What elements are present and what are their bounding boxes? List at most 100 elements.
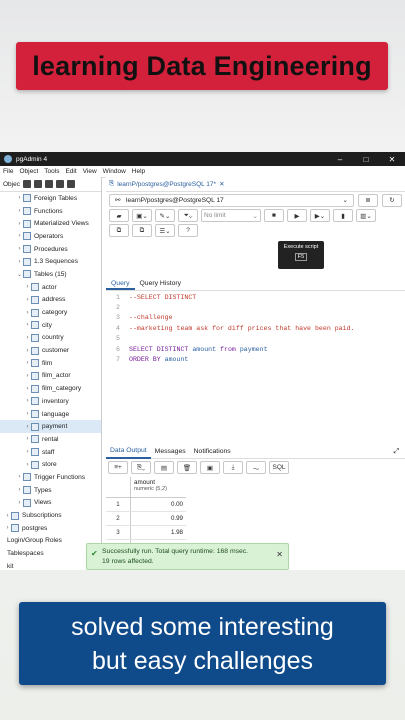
- clear-icon[interactable]: ⧉: [132, 224, 152, 237]
- stop-icon[interactable]: ■: [264, 209, 284, 222]
- menu-tools[interactable]: Tools: [41, 168, 62, 175]
- limit-select[interactable]: No limit ⌄: [201, 209, 261, 222]
- tree-expander-icon[interactable]: ›: [24, 386, 31, 392]
- column-header-amount[interactable]: amount numeric (5,2): [131, 477, 186, 497]
- menu-object[interactable]: Object: [16, 168, 41, 175]
- terminal-icon[interactable]: [66, 180, 75, 188]
- tree-item[interactable]: ⌄ Tables (15): [0, 268, 101, 281]
- tree-item[interactable]: › Views: [0, 497, 101, 510]
- tree-expander-icon[interactable]: ›: [24, 322, 31, 328]
- expand-icon[interactable]: ⤢: [390, 445, 405, 458]
- tree-expander-icon[interactable]: ›: [24, 411, 31, 417]
- close-toast-icon[interactable]: ✕: [276, 550, 283, 560]
- tree-item[interactable]: › Materialized Views: [0, 217, 101, 230]
- close-tab-icon[interactable]: ✕: [219, 180, 224, 188]
- table-row[interactable]: 3 1.98: [106, 526, 186, 541]
- tree-item[interactable]: › Trigger Functions: [0, 471, 101, 484]
- tree-expander-icon[interactable]: ›: [24, 436, 31, 442]
- tab-data-output[interactable]: Data Output: [106, 444, 151, 459]
- tree-expander-icon[interactable]: ⌄: [16, 271, 23, 278]
- tree-item[interactable]: › 1.3 Sequences: [0, 255, 101, 268]
- tree-expander-icon[interactable]: ›: [24, 373, 31, 379]
- tree-item[interactable]: › postgres: [0, 522, 101, 535]
- tree-expander-icon[interactable]: ›: [16, 195, 23, 201]
- save-icon[interactable]: ▣⌄: [132, 209, 152, 222]
- tree-item[interactable]: › Foreign Tables: [0, 192, 101, 205]
- tree-expander-icon[interactable]: ›: [24, 335, 31, 341]
- chart-icon[interactable]: ▥⌄: [356, 209, 376, 222]
- menu-edit[interactable]: Edit: [62, 168, 79, 175]
- tree-item[interactable]: › rental: [0, 433, 101, 446]
- tree-expander-icon[interactable]: ›: [16, 487, 23, 493]
- menu-view[interactable]: View: [80, 168, 100, 175]
- tab-query-history[interactable]: Query History: [135, 278, 187, 290]
- tree-expander-icon[interactable]: ›: [24, 424, 31, 430]
- tab-messages[interactable]: Messages: [151, 445, 190, 458]
- tree-expander-icon[interactable]: ›: [24, 398, 31, 404]
- tree-expander-icon[interactable]: ›: [24, 310, 31, 316]
- tree-expander-icon[interactable]: ›: [24, 297, 31, 303]
- macro-icon[interactable]: ⧉: [109, 224, 129, 237]
- minimize-button[interactable]: –: [327, 155, 353, 164]
- edit-icon[interactable]: ✎⌄: [155, 209, 175, 222]
- tree-item[interactable]: › payment: [0, 420, 101, 434]
- close-button[interactable]: ✕: [379, 155, 405, 164]
- tree-item[interactable]: › film: [0, 357, 101, 370]
- tree-expander-icon[interactable]: ›: [16, 208, 23, 214]
- table-row[interactable]: 2 0.99: [106, 512, 186, 527]
- download-icon[interactable]: ⤓: [223, 461, 243, 474]
- refresh-icon[interactable]: ↻: [382, 193, 402, 207]
- search-icon[interactable]: [55, 180, 64, 188]
- tree-item[interactable]: › film_actor: [0, 370, 101, 383]
- tree-item[interactable]: › category: [0, 306, 101, 319]
- filter-icon[interactable]: [44, 180, 53, 188]
- tree-expander-icon[interactable]: ›: [16, 233, 23, 239]
- tree-item[interactable]: › Functions: [0, 205, 101, 218]
- tree-expander-icon[interactable]: ›: [16, 474, 23, 480]
- tree-item[interactable]: › country: [0, 332, 101, 345]
- help-icon[interactable]: ?: [178, 224, 198, 237]
- format-icon[interactable]: ☰⌄: [155, 224, 175, 237]
- menu-help[interactable]: Help: [129, 168, 148, 175]
- tree-item[interactable]: › language: [0, 408, 101, 421]
- tree-expander-icon[interactable]: ›: [24, 360, 31, 366]
- tree-item[interactable]: › Types: [0, 484, 101, 497]
- maximize-button[interactable]: □: [353, 155, 379, 164]
- tree-item[interactable]: › customer: [0, 344, 101, 357]
- tree-item[interactable]: › address: [0, 294, 101, 307]
- tree-expander-icon[interactable]: ›: [4, 513, 11, 519]
- amount-cell[interactable]: 0.99: [131, 512, 186, 525]
- paste-icon[interactable]: ▤: [154, 461, 174, 474]
- save-data-icon[interactable]: ▣: [200, 461, 220, 474]
- tree-expander-icon[interactable]: ›: [16, 246, 23, 252]
- tree-item[interactable]: › city: [0, 319, 101, 332]
- tree-expander-icon[interactable]: ›: [4, 525, 11, 531]
- tree-item[interactable]: › actor: [0, 281, 101, 294]
- tree-item[interactable]: › Subscriptions: [0, 509, 101, 522]
- tab-query[interactable]: Query: [106, 278, 135, 290]
- table-icon[interactable]: [33, 180, 42, 188]
- query-tool-tab[interactable]: ⎘ learnP/postgres@PostgreSQL 17* ✕: [109, 180, 225, 188]
- tree-expander-icon[interactable]: ›: [24, 462, 31, 468]
- table-row[interactable]: 1 0.00: [106, 498, 186, 513]
- delete-icon[interactable]: 🗑: [177, 461, 197, 474]
- tree-item[interactable]: › Procedures: [0, 243, 101, 256]
- sql-editor[interactable]: 1 --SELECT DISTINCT 2 3 --challenge 4 --market…: [106, 292, 405, 442]
- commit-icon[interactable]: ▮: [333, 209, 353, 222]
- filter-button[interactable]: ⏷⌄: [178, 209, 198, 222]
- add-row-icon[interactable]: ≡+: [108, 461, 128, 474]
- tab-notifications[interactable]: Notifications: [190, 445, 235, 458]
- tree-item[interactable]: › film_category: [0, 382, 101, 395]
- menu-window[interactable]: Window: [100, 168, 129, 175]
- copy-icon[interactable]: ⎘⌄: [131, 461, 151, 474]
- graph-icon[interactable]: 〜: [246, 461, 266, 474]
- tree-expander-icon[interactable]: ›: [16, 500, 23, 506]
- menu-file[interactable]: File: [0, 168, 16, 175]
- tree-expander-icon[interactable]: ›: [16, 221, 23, 227]
- sql-button[interactable]: SQL: [269, 461, 289, 474]
- connection-select[interactable]: ⚯ learnP/postgres@PostgreSQL 17 ⌄: [109, 193, 354, 207]
- database-stack-icon[interactable]: ≣: [358, 193, 378, 207]
- tree-item[interactable]: › Operators: [0, 230, 101, 243]
- amount-cell[interactable]: 1.98: [131, 526, 186, 539]
- open-file-icon[interactable]: ▰: [109, 209, 129, 222]
